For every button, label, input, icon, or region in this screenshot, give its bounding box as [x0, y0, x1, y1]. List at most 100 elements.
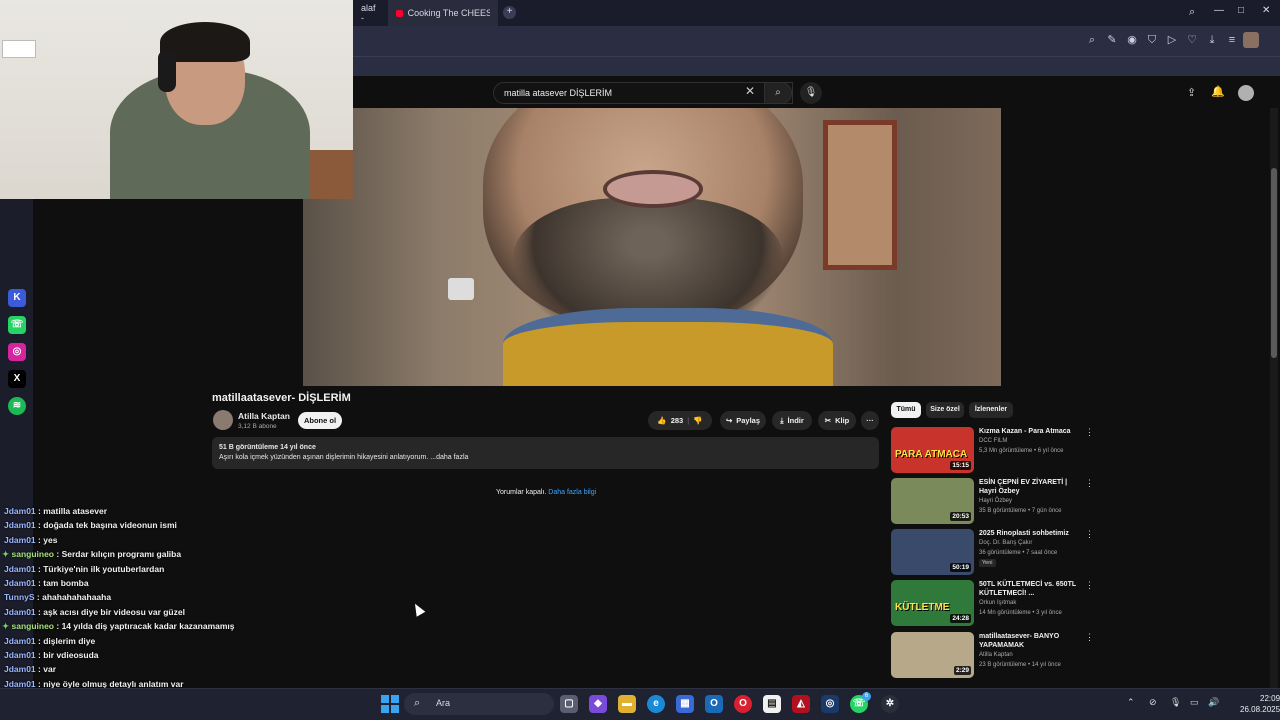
- more-actions-button[interactable]: ···: [861, 411, 879, 430]
- video-player[interactable]: [303, 108, 1001, 386]
- chat-username[interactable]: Jdam01: [4, 650, 36, 660]
- recommendation-thumbnail[interactable]: 20:53: [891, 478, 974, 524]
- chat-username[interactable]: Jdam01: [4, 535, 36, 545]
- taskbar-search-input[interactable]: ⌕ Ara: [404, 693, 554, 715]
- whatsapp-icon[interactable]: ☏: [8, 316, 26, 334]
- display-icon[interactable]: ▭: [1190, 697, 1199, 708]
- close-window-button[interactable]: ✕: [1262, 5, 1270, 16]
- chat-username[interactable]: Jdam01: [4, 607, 36, 617]
- learn-more-link[interactable]: Daha fazla bilgi: [548, 489, 596, 496]
- recommendation-title[interactable]: matillaatasever- BANYO YAPAMAMAK: [979, 632, 1079, 650]
- store-icon[interactable]: ▦: [676, 695, 694, 713]
- camera-icon[interactable]: ◉: [1125, 33, 1139, 47]
- chat-username[interactable]: Jdam01: [4, 636, 36, 646]
- tab-search-icon[interactable]: ⌕: [1189, 6, 1195, 19]
- clip-button[interactable]: ✂ Klip: [818, 411, 856, 430]
- chat-username[interactable]: Jdam01: [4, 578, 36, 588]
- subscribe-button[interactable]: Abone ol: [298, 412, 342, 429]
- video-description[interactable]: 51 B görüntüleme 14 yıl önce Aşırı kola …: [212, 437, 879, 469]
- network-icon[interactable]: ⊘: [1149, 697, 1157, 708]
- recommendation-thumbnail[interactable]: KÜTLETME 24:28: [891, 580, 974, 626]
- recommendation-channel[interactable]: Hayri Özbey: [979, 498, 1012, 504]
- share-button[interactable]: ↪ Paylaş: [720, 411, 766, 430]
- clear-search-icon[interactable]: ✕: [745, 84, 755, 98]
- chip-for-you[interactable]: Size özel: [926, 402, 964, 418]
- recommendation-item[interactable]: PARA ATMACA 15:15 Kızma Kazan - Para Atmac…: [891, 427, 1094, 475]
- upload-icon[interactable]: ⇪: [1187, 86, 1196, 99]
- more-options-icon[interactable]: ⋮: [1085, 580, 1094, 591]
- recommendation-channel[interactable]: DCC FILM: [979, 438, 1007, 444]
- zoom-icon[interactable]: ⌕: [1085, 33, 1099, 47]
- account-avatar[interactable]: [1238, 85, 1254, 101]
- edit-icon[interactable]: ✎: [1105, 33, 1119, 47]
- chat-username[interactable]: TunnyS: [4, 592, 35, 602]
- notifications-bell-icon[interactable]: 🔔: [1211, 85, 1225, 98]
- recommendation-channel[interactable]: Orkun Işıtmak: [979, 600, 1016, 606]
- recommendation-channel[interactable]: Doç. Dr. Barış Çakır: [979, 540, 1032, 546]
- task-view-icon[interactable]: ▢: [560, 695, 578, 713]
- app-icon[interactable]: ◭: [792, 695, 810, 713]
- opera-icon[interactable]: O: [734, 695, 752, 713]
- play-icon[interactable]: ▷: [1165, 33, 1179, 47]
- microphone-icon[interactable]: 🎙: [800, 82, 822, 104]
- spotify-icon[interactable]: ≋: [8, 397, 26, 415]
- kick-icon[interactable]: K: [8, 289, 26, 307]
- like-dislike-group[interactable]: 👍 283 | 👎: [648, 411, 712, 430]
- recommendation-thumbnail[interactable]: 2:29: [891, 632, 974, 678]
- instagram-icon[interactable]: ◎: [8, 343, 26, 361]
- copilot-icon[interactable]: ◆: [589, 695, 607, 713]
- tab-previous[interactable]: alaf -: [353, 0, 388, 26]
- file-explorer-icon[interactable]: ▬: [618, 695, 636, 713]
- recommendation-title[interactable]: ESİN ÇEPNİ EV ZİYARETİ | Hayri Özbey: [979, 478, 1079, 496]
- recommendation-item[interactable]: 50:19 2025 Rinoplasti sohbetimiz Doç. Dr. …: [891, 529, 1094, 577]
- chatgpt-icon[interactable]: ✲: [881, 695, 899, 713]
- chip-watched[interactable]: İzlenenler: [969, 402, 1013, 418]
- chat-username[interactable]: sanguineo: [12, 549, 55, 559]
- recommendation-item[interactable]: 2:29 matillaatasever- BANYO YAPAMAMAK Atil…: [891, 632, 1094, 680]
- start-button[interactable]: [381, 695, 399, 713]
- dislike-icon[interactable]: 👎: [693, 416, 702, 425]
- recommendation-title[interactable]: 50TL KÜTLETMECİ vs. 650TL KÜTLETMECİ! ..…: [979, 580, 1079, 598]
- recommendation-item[interactable]: 20:53 ESİN ÇEPNİ EV ZİYARETİ | Hayri Özbe…: [891, 478, 1094, 526]
- recommendation-channel[interactable]: Atilla Kaptan: [979, 652, 1013, 658]
- download-icon[interactable]: ⤓: [1205, 33, 1219, 47]
- mic-tray-icon[interactable]: 🎙: [1170, 697, 1181, 708]
- chat-username[interactable]: Jdam01: [4, 520, 36, 530]
- menu-icon[interactable]: ≡: [1225, 33, 1239, 47]
- like-icon[interactable]: 👍: [657, 416, 666, 425]
- more-options-icon[interactable]: ⋮: [1085, 427, 1094, 438]
- chat-username[interactable]: Jdam01: [4, 664, 36, 674]
- minimize-button[interactable]: —: [1214, 5, 1224, 16]
- edge-icon[interactable]: e: [647, 695, 665, 713]
- recommendation-title[interactable]: Kızma Kazan - Para Atmaca: [979, 427, 1079, 436]
- recommendation-item[interactable]: KÜTLETME 24:28 50TL KÜTLETMECİ vs. 650TL K…: [891, 580, 1094, 628]
- steam-icon[interactable]: ◎: [821, 695, 839, 713]
- more-options-icon[interactable]: ⋮: [1085, 529, 1094, 540]
- volume-icon[interactable]: 🔊: [1208, 697, 1219, 708]
- tray-chevron-icon[interactable]: ⌃: [1127, 697, 1135, 708]
- outlook-icon[interactable]: O: [705, 695, 723, 713]
- recommendation-thumbnail[interactable]: PARA ATMACA 15:15: [891, 427, 974, 473]
- system-clock[interactable]: 22:09 26.08.2025: [1240, 693, 1280, 715]
- maximize-button[interactable]: □: [1238, 5, 1244, 16]
- x-icon[interactable]: X: [8, 370, 26, 388]
- profile-avatar[interactable]: [1243, 32, 1259, 48]
- chat-username[interactable]: Jdam01: [4, 506, 36, 516]
- chip-all[interactable]: Tümü: [891, 402, 921, 418]
- new-tab-button[interactable]: +: [503, 6, 516, 19]
- scrollbar-thumb[interactable]: [1271, 168, 1277, 358]
- more-options-icon[interactable]: ⋮: [1085, 478, 1094, 489]
- search-button[interactable]: ⌕: [764, 82, 792, 104]
- chat-username[interactable]: sanguineo: [12, 621, 55, 631]
- tab-active[interactable]: Cooking The CHEESIEST B: [388, 0, 498, 26]
- download-button[interactable]: ⤓ İndir: [772, 411, 812, 430]
- channel-avatar[interactable]: [213, 410, 233, 430]
- more-options-icon[interactable]: ⋮: [1085, 632, 1094, 643]
- chat-username[interactable]: Jdam01: [4, 564, 36, 574]
- recommendation-thumbnail[interactable]: 50:19: [891, 529, 974, 575]
- recommendation-title[interactable]: 2025 Rinoplasti sohbetimiz: [979, 529, 1079, 538]
- heart-icon[interactable]: ♡: [1185, 33, 1199, 47]
- notepad-icon[interactable]: ▤: [763, 695, 781, 713]
- shield-icon[interactable]: ⛉: [1145, 33, 1159, 47]
- channel-name[interactable]: Atilla Kaptan: [238, 411, 290, 421]
